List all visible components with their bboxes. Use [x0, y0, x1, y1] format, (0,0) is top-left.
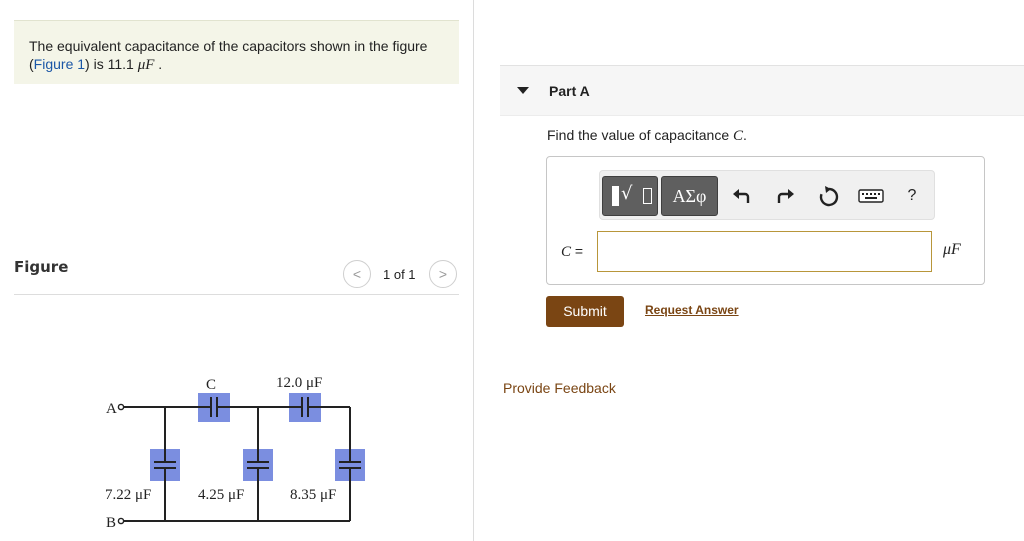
redo-icon[interactable]	[773, 184, 797, 208]
capacitor-12uf	[289, 393, 321, 422]
math-toolbar: √ ΑΣφ ?	[599, 170, 935, 220]
question-variable: C	[733, 128, 744, 144]
capacitance-answer-input[interactable]	[597, 231, 932, 272]
capacitor-4-25uf-label: 4.25 μF	[198, 487, 244, 503]
next-figure-button[interactable]: >	[429, 260, 457, 288]
terminal-b-node	[117, 517, 125, 525]
terminal-b-label: B	[106, 515, 116, 530]
question-prefix: Find the value of capacitance	[547, 127, 734, 143]
problem-period: .	[154, 56, 163, 72]
part-title: Part A	[549, 83, 590, 99]
capacitor-c	[198, 393, 230, 422]
undo-icon[interactable]	[730, 184, 754, 208]
answer-unit: μF	[943, 241, 961, 258]
answer-equals: =	[571, 243, 584, 259]
greek-symbols-button[interactable]: ΑΣφ	[661, 176, 718, 216]
capacitor-4-25uf	[243, 449, 273, 481]
capacitor-8-35uf	[335, 449, 365, 481]
answer-variable: C	[561, 244, 572, 260]
capacitor-7-22uf-label: 7.22 μF	[105, 487, 151, 503]
figure-divider	[14, 294, 459, 295]
part-a-header[interactable]: Part A	[500, 65, 1024, 116]
reset-icon[interactable]	[817, 184, 841, 208]
question-text: Find the value of capacitance C.	[547, 127, 747, 145]
capacitor-c-label: C	[206, 377, 216, 393]
figure-pager-count: 1 of 1	[383, 267, 416, 282]
problem-statement: The equivalent capacitance of the capaci…	[14, 20, 459, 84]
answer-panel: √ ΑΣφ ? C = μF	[546, 156, 985, 285]
problem-unit: μF	[137, 57, 155, 73]
submit-button[interactable]: Submit	[546, 296, 624, 327]
pane-divider	[473, 0, 474, 541]
capacitor-12uf-label: 12.0 μF	[276, 375, 322, 391]
terminal-a-label: A	[106, 401, 117, 417]
terminal-a-node	[117, 403, 125, 411]
answer-variable-label: C =	[561, 243, 583, 261]
problem-text: The equivalent capacitance of the capaci…	[29, 38, 428, 54]
provide-feedback-link[interactable]: Provide Feedback	[503, 380, 616, 396]
collapse-arrow-icon[interactable]	[517, 87, 529, 94]
problem-value: is 11.1	[89, 56, 138, 72]
help-icon[interactable]: ?	[900, 184, 924, 208]
figure-heading: Figure	[14, 258, 69, 276]
request-answer-link[interactable]: Request Answer	[645, 303, 739, 317]
keyboard-icon[interactable]	[858, 184, 884, 208]
question-suffix: .	[743, 127, 747, 143]
capacitor-7-22uf	[150, 449, 180, 481]
capacitor-circuit-diagram: A B C 12.0 μF 7.22 μF 4.25 μF 8.35 μF	[105, 375, 365, 530]
figure-link[interactable]: Figure 1	[34, 56, 85, 72]
capacitor-8-35uf-label: 8.35 μF	[290, 487, 336, 503]
previous-figure-button[interactable]: <	[343, 260, 371, 288]
template-radical-icon[interactable]: √	[602, 176, 658, 216]
